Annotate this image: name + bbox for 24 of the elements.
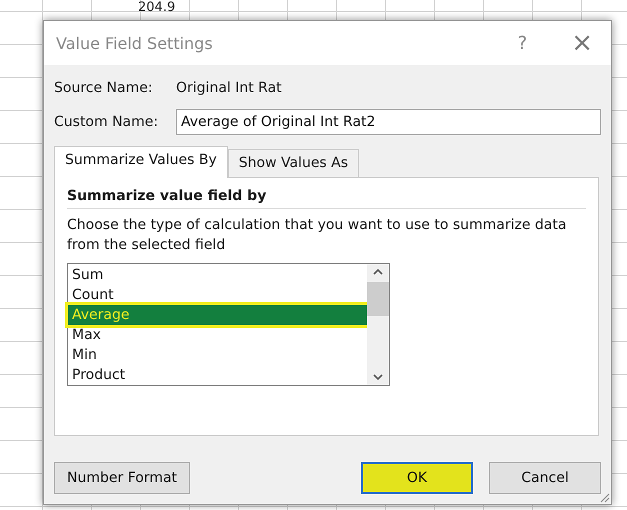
help-button[interactable]: ?	[518, 32, 528, 54]
list-item[interactable]: Max	[68, 325, 367, 345]
dialog-button[interactable]: Cancel	[489, 462, 601, 494]
custom-name-label: Custom Name:	[54, 114, 160, 130]
section-title: Summarize value field by	[67, 188, 586, 209]
dialog-button[interactable]: OK	[361, 462, 473, 494]
resize-grip-icon[interactable]	[598, 491, 610, 503]
source-name-value: Original Int Rat	[176, 80, 282, 96]
custom-name-field[interactable]: Average of Original Int Rat2	[176, 109, 601, 135]
list-item[interactable]: Product	[68, 365, 367, 385]
list-item[interactable]: Average	[68, 305, 367, 325]
source-name-label: Source Name:	[54, 80, 154, 96]
cell-value: 204.9	[138, 0, 176, 15]
dialog-button[interactable]: Number Format	[54, 462, 190, 494]
list-item[interactable]: Min	[68, 345, 367, 365]
close-button[interactable]: ×	[571, 30, 593, 56]
list-item[interactable]: Sum	[68, 265, 367, 285]
tab[interactable]: Show Values As	[228, 149, 360, 177]
scrollbar-thumb[interactable]	[367, 282, 389, 316]
description-text: Choose the type of calculation that you want to use to summarize data from the selected field	[67, 216, 568, 255]
tab[interactable]: Summarize Values By	[54, 146, 228, 178]
list-item[interactable]: Count	[68, 285, 367, 305]
window-title: Value Field Settings	[56, 34, 214, 52]
function-list[interactable]: Sum Count Average Max Min Product	[67, 263, 390, 386]
